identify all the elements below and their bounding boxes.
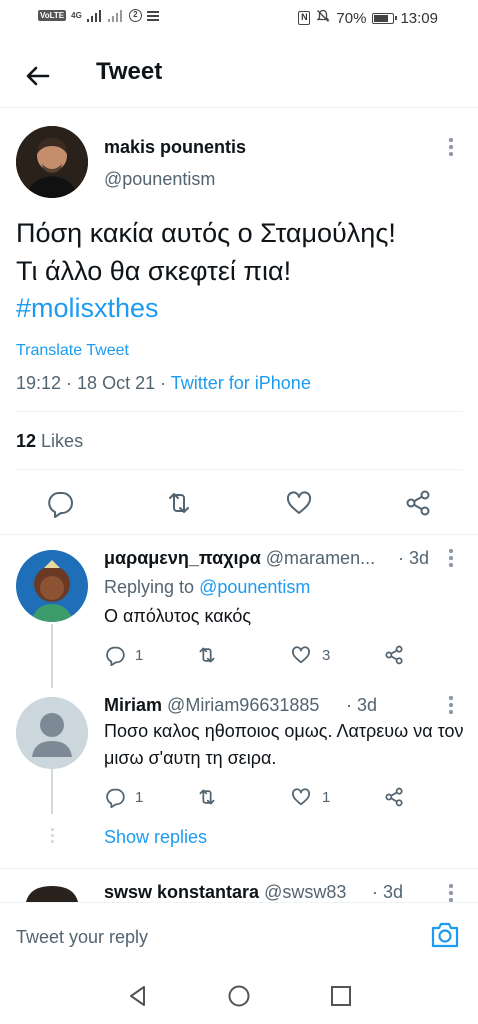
nfc-icon: N (298, 11, 311, 25)
divider (0, 534, 478, 535)
thread-line (51, 624, 53, 688)
tweet-meta: 19:12 · 18 Oct 21 · Twitter for iPhone (16, 373, 311, 394)
more-icon[interactable] (448, 549, 454, 569)
battery-icon (372, 12, 398, 24)
reply-author[interactable]: μαραμενη_παχιρα @maramen... (104, 548, 375, 569)
signal-icon (86, 9, 103, 22)
reply-author-handle: @swsw83 (264, 882, 347, 902)
author-avatar[interactable] (16, 126, 88, 198)
nav-recents-icon[interactable] (329, 984, 353, 1008)
status-bar: VoLTE 4G 2 N 70% 13:09 (0, 0, 478, 36)
reply-count: 1 (135, 789, 144, 806)
tweet-text-line: Πόση κακία αυτός ο Σταμούλης! (16, 218, 396, 248)
notification-icon (146, 10, 159, 21)
clock: 13:09 (400, 9, 438, 27)
reply-icon[interactable] (45, 488, 75, 518)
divider (0, 868, 478, 869)
thread-line (51, 768, 53, 814)
signal-2-icon (107, 9, 124, 22)
back-arrow-icon[interactable] (22, 60, 54, 92)
reply-text: Ποσο καλος ηθοποιος ομως. Λατρευω να τον… (104, 721, 464, 768)
like-icon[interactable] (290, 786, 312, 808)
mention-link[interactable]: @pounentism (199, 577, 310, 597)
reply-icon[interactable] (104, 644, 126, 667)
tweet-text-line: Τι άλλο θα σκεφτεί πια! (16, 256, 292, 286)
replying-to: Replying to @pounentism (104, 577, 310, 598)
page-title: Tweet (96, 58, 163, 85)
reply-author-handle: @Miriam96631885 (167, 695, 320, 715)
volte-icon: VoLTE (38, 10, 67, 21)
more-icon[interactable] (448, 696, 454, 716)
nav-back-icon[interactable] (126, 984, 150, 1008)
author-name[interactable]: makis pounentis (104, 137, 246, 158)
nav-home-icon[interactable] (227, 984, 251, 1008)
divider (16, 469, 462, 470)
battery-percent: 70% (336, 9, 367, 27)
author-handle[interactable]: @pounentism (104, 169, 215, 190)
reply-composer[interactable]: Tweet your reply (0, 902, 478, 968)
status-left: VoLTE 4G 2 (38, 9, 159, 22)
share-icon[interactable] (383, 786, 405, 808)
data-saver-icon: 2 (128, 9, 142, 22)
reply-text: Ο απόλυτος κακός (104, 606, 252, 626)
reply-author[interactable]: swsw konstantara @swsw83 (104, 882, 346, 903)
reply-author[interactable]: Miriam @Miriam96631885 (104, 695, 319, 716)
share-icon[interactable] (403, 488, 433, 518)
reply-time[interactable]: · 3d (372, 882, 403, 903)
mute-icon (316, 9, 330, 27)
more-icon[interactable] (448, 138, 454, 158)
divider (16, 411, 462, 412)
thread-dots (49, 828, 55, 846)
camera-icon[interactable] (430, 921, 460, 949)
reply-count: 1 (135, 647, 144, 664)
retweet-icon[interactable] (164, 488, 194, 518)
reply-author-handle: @maramen... (265, 548, 376, 568)
share-icon[interactable] (383, 644, 405, 666)
header: Tweet (0, 44, 478, 108)
reply-avatar[interactable] (16, 550, 88, 622)
reply-time[interactable]: · 3d (346, 695, 377, 716)
like-count: 1 (322, 789, 331, 806)
reply-input[interactable]: Tweet your reply (16, 927, 148, 948)
hashtag-link[interactable]: #molisxthes (16, 289, 159, 327)
translate-tweet-link[interactable]: Translate Tweet (16, 342, 129, 360)
reply-avatar[interactable] (16, 884, 88, 902)
status-right: N 70% 13:09 (298, 9, 438, 27)
more-icon[interactable] (448, 884, 454, 902)
reply-time[interactable]: · 3d (398, 548, 429, 569)
reply-icon[interactable] (104, 786, 126, 809)
likes-count[interactable]: 12 Likes (16, 431, 83, 452)
tweet-timestamp[interactable]: 19:12 · 18 Oct 21 · (16, 373, 171, 393)
tweet-text: Πόση κακία αυτός ο Σταμούλης! Τι άλλο θα… (16, 214, 466, 290)
reply-avatar-default[interactable] (16, 697, 88, 769)
replying-to-label: Replying to (104, 577, 200, 597)
network-type: 4G (71, 11, 82, 20)
reply-author-name: swsw konstantara (104, 882, 260, 902)
like-count: 3 (322, 647, 331, 664)
retweet-icon[interactable] (196, 786, 218, 808)
reply-author-name: Miriam (104, 695, 163, 715)
like-icon[interactable] (290, 644, 312, 666)
like-icon[interactable] (284, 488, 314, 518)
retweet-icon[interactable] (196, 644, 218, 666)
likes-number: 12 (16, 431, 37, 451)
reply-author-name: μαραμενη_παχιρα (104, 548, 261, 568)
tweet-source-link[interactable]: Twitter for iPhone (171, 373, 311, 393)
likes-label: Likes (41, 431, 84, 451)
show-replies-link[interactable]: Show replies (104, 827, 207, 848)
system-nav-bar (0, 968, 478, 1024)
